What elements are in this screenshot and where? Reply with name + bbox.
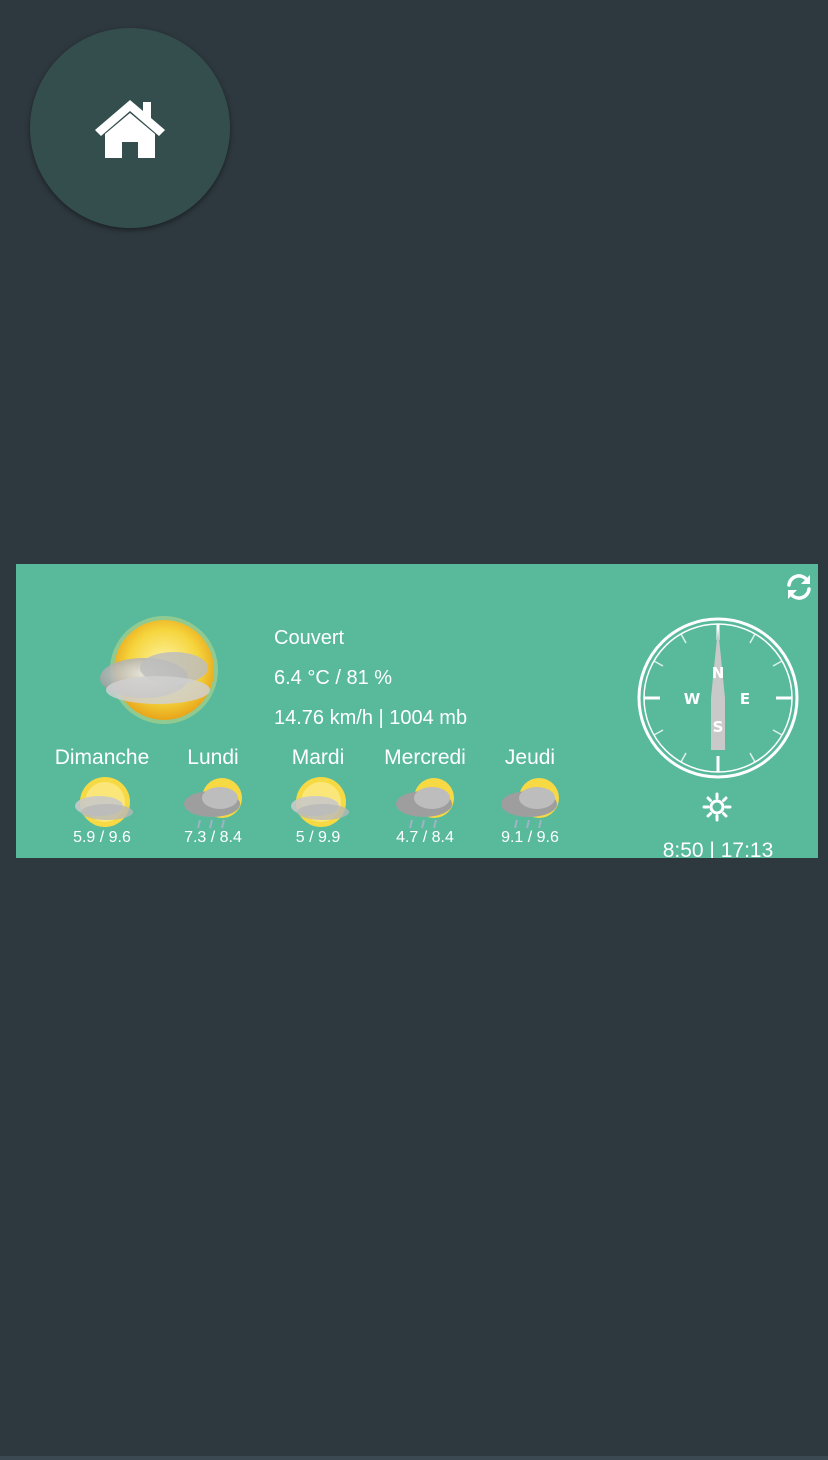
condition-text: Couvert: [274, 627, 345, 649]
partly-cloudy-icon: [291, 777, 349, 827]
forecast-day: Lundi 7.3 / 8.4: [158, 744, 268, 848]
compass-east-label: E: [740, 690, 750, 708]
cloudy-rain-icon: [396, 778, 454, 829]
forecast-day-name: Lundi: [187, 746, 239, 769]
forecast-day: Mercredi 4.7 / 8.4: [370, 744, 480, 848]
forecast-day: Jeudi 9.1 / 9.6: [475, 744, 585, 848]
forecast-temps: 7.3 / 8.4: [184, 829, 242, 846]
forecast-day: Mardi 5 / 9.9: [263, 744, 373, 848]
cloudy-rain-icon: [184, 778, 242, 829]
compass-north-label: N: [712, 664, 725, 682]
compass-south-label: S: [713, 718, 724, 736]
forecast-day-name: Dimanche: [54, 746, 150, 769]
wind-pressure: 14.76 km/h | 1004 mb: [274, 707, 468, 729]
partly-cloudy-icon: [100, 616, 218, 724]
compass-west-label: W: [684, 690, 701, 708]
forecast-temps: 5.9 / 9.6: [73, 829, 131, 846]
forecast-day-name: Mardi: [291, 746, 345, 769]
forecast-temps: 5 / 9.9: [295, 829, 341, 846]
forecast-day-name: Mercredi: [384, 746, 466, 769]
sunrise-sunset-times: 8:50 | 17:13: [662, 839, 774, 858]
forecast-day: Dimanche 5.9 / 9.6: [47, 744, 157, 848]
refresh-icon: [787, 574, 811, 600]
forecast-list: Dimanche 5.9 / 9.6 Lundi 7.3 / 8.4 Mardi…: [32, 744, 602, 854]
forecast-temps: 4.7 / 8.4: [396, 829, 454, 846]
home-icon: [95, 100, 165, 158]
current-conditions: Couvert 6.4 °C / 81 % 14.76 km/h | 1004 …: [274, 618, 467, 738]
home-button[interactable]: [30, 28, 230, 228]
wind-compass: N S W E: [637, 617, 799, 779]
refresh-button[interactable]: [784, 572, 814, 602]
weather-widget: Couvert 6.4 °C / 81 % 14.76 km/h | 1004 …: [16, 564, 818, 858]
cloudy-rain-icon: [501, 778, 559, 829]
partly-cloudy-icon: [75, 777, 133, 827]
temperature-humidity: 6.4 °C / 81 %: [274, 667, 393, 689]
forecast-temps: 9.1 / 9.6: [501, 829, 559, 846]
bottom-edge: [0, 1456, 828, 1460]
sun-icon: [702, 792, 732, 822]
forecast-day-name: Jeudi: [504, 746, 556, 769]
